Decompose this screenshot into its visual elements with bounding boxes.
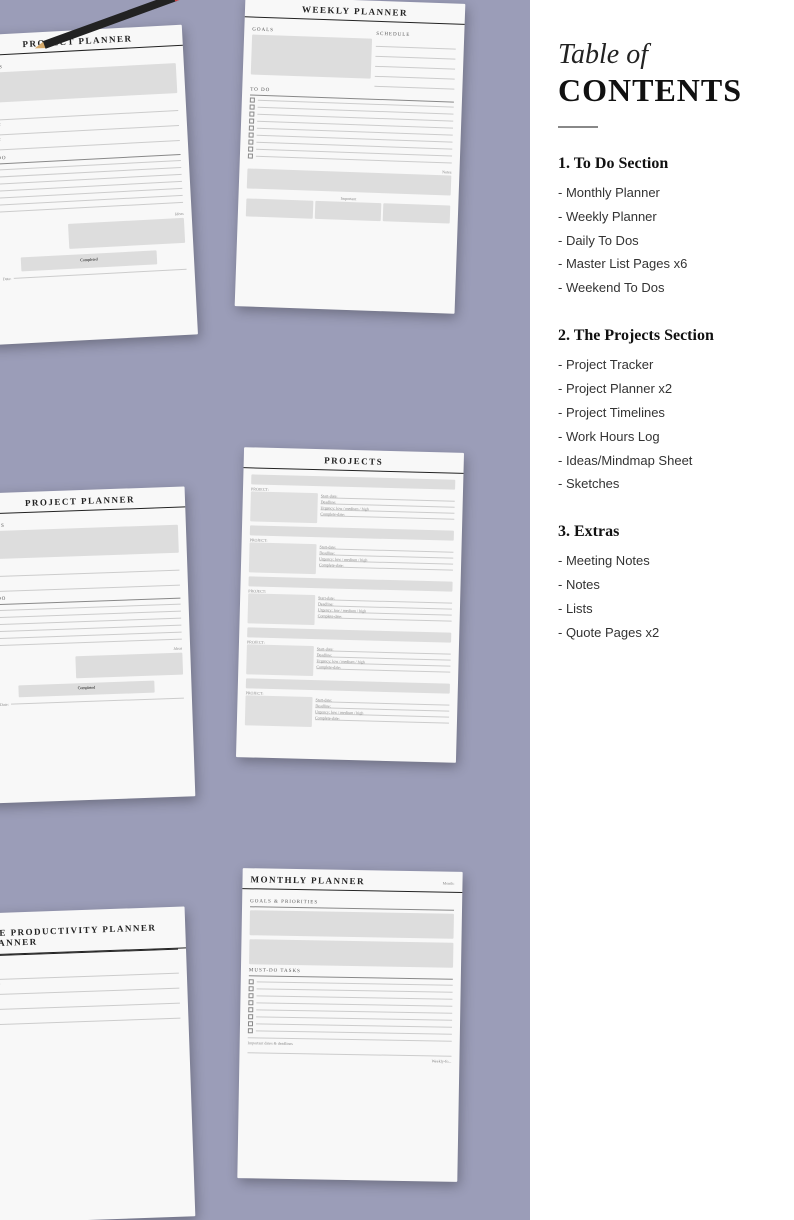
toc-item-2-1: - Project Tracker (558, 357, 770, 374)
section-3-heading: 3. Extras (558, 522, 770, 543)
toc-item-1-4: - Master List Pages x6 (558, 256, 770, 273)
toc-item-2-5: - Ideas/Mindmap Sheet (558, 453, 770, 470)
project-planner-title-mid: PROJECT PLANNER (0, 493, 177, 510)
section-3-title: Extras (574, 523, 619, 540)
right-panel: Table of CONTENTS 1. To Do Section - Mon… (530, 0, 794, 1220)
section-3-number: 3. (558, 523, 570, 540)
projects-title: PROJECTS (252, 453, 456, 468)
monthly-planner-title: MONTHLY PLANNER (250, 874, 365, 886)
toc-section-1: 1. To Do Section - Monthly Planner - Wee… (558, 150, 770, 304)
weekly-planner-page: WEEKLY PLANNER GOALS SCHEDULE (235, 0, 466, 314)
monthly-planner-page: MONTHLY PLANNER Month: GOALS & PRIORITIE… (237, 868, 462, 1182)
toc-item-1-2: - Weekly Planner (558, 209, 770, 226)
toc-item-1-3: - Daily To Dos (558, 233, 770, 250)
weekly-planner-title: WEEKLY PLANNER (253, 3, 457, 20)
productivity-planner-page: the the PRODUCTIVITY PLANNER PLANNER Nam… (0, 906, 195, 1220)
toc-item-1-5: - Weekend To Dos (558, 280, 770, 297)
project-planner-page-mid: PROJECT PLANNER NOTES date: dline: TO DO… (0, 486, 195, 803)
section-2-heading: 2. The Projects Section (558, 326, 770, 347)
completed-label: Completed (21, 250, 157, 265)
toc-section-2: 2. The Projects Section - Project Tracke… (558, 322, 770, 500)
toc-item-3-2: - Notes (558, 577, 770, 594)
toc-item-3-1: - Meeting Notes (558, 553, 770, 570)
toc-divider (558, 126, 598, 128)
toc-item-2-3: - Project Timelines (558, 405, 770, 422)
toc-item-2-6: - Sketches (558, 476, 770, 493)
section-1-title: To Do Section (574, 155, 669, 172)
toc-item-3-4: - Quote Pages x2 (558, 625, 770, 642)
section-2-title: The Projects Section (574, 327, 714, 344)
section-1-heading: 1. To Do Section (558, 154, 770, 175)
section-2-number: 2. (558, 327, 570, 344)
toc-title-area: Table of CONTENTS (558, 40, 770, 108)
toc-item-2-2: - Project Planner x2 (558, 381, 770, 398)
toc-section-3: 3. Extras - Meeting Notes - Notes - List… (558, 518, 770, 648)
toc-title-italic: Table of (558, 40, 770, 71)
toc-item-2-4: - Work Hours Log (558, 429, 770, 446)
toc-item-3-3: - Lists (558, 601, 770, 618)
section-1-number: 1. (558, 155, 570, 172)
projects-page: PROJECTS PROJECT: Start-date: Deadline: … (236, 447, 464, 763)
project-planner-page-top: PROJECT PLANNER NOTES Project: Start dat… (0, 25, 198, 346)
toc-item-1-1: - Monthly Planner (558, 185, 770, 202)
toc-title-bold: CONTENTS (558, 73, 770, 108)
left-panel: PROJECT PLANNER NOTES Project: Start dat… (0, 0, 530, 1220)
